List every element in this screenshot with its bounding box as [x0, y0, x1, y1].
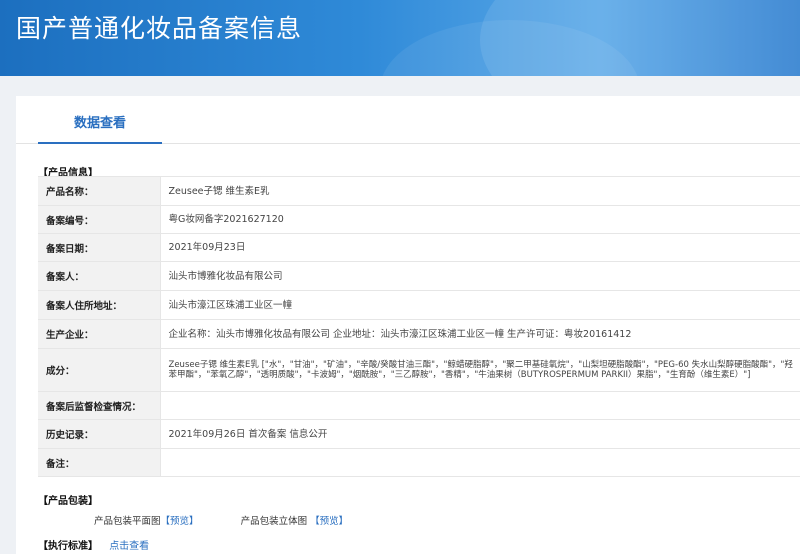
row-value: 汕头市濠江区珠浦工业区一幢 — [160, 290, 800, 320]
product-info-table: 产品名称： Zeusee子锶 维生素E乳 备案编号： 粤G妆网备字2021627… — [38, 176, 800, 477]
row-key: 备注： — [38, 448, 161, 477]
table-row: 生产企业： 企业名称：汕头市博雅化妆品有限公司 企业地址：汕头市濠江区珠浦工业区… — [38, 319, 800, 349]
table-row: 备案人： 汕头市博雅化妆品有限公司 — [38, 261, 800, 291]
row-key: 备案人住所地址： — [38, 290, 161, 320]
row-value: 2021年09月26日 首次备案 信息公开 — [160, 419, 800, 449]
row-key: 备案人： — [38, 261, 161, 291]
table-row: 成分： Zeusee子锶 维生素E乳 ["水"，"甘油"，"矿油"，"辛酸/癸酸… — [38, 348, 800, 392]
row-key: 备案后监督检查情况： — [38, 391, 161, 420]
row-value: 企业名称：汕头市博雅化妆品有限公司 企业地址：汕头市濠江区珠浦工业区一幢 生产许… — [160, 319, 800, 349]
standard-title: 【执行标准】 — [38, 541, 98, 552]
table-row: 备注： — [38, 448, 800, 477]
table-row: 备案后监督检查情况： — [38, 391, 800, 420]
row-value: 2021年09月23日 — [160, 233, 800, 262]
row-key: 历史记录： — [38, 419, 161, 449]
table-row: 备案日期： 2021年09月23日 — [38, 233, 800, 262]
content-panel: 数据查看 【产品信息】 产品名称： Zeusee子锶 维生素E乳 备案编号： 粤… — [16, 96, 800, 554]
standard-row: 【执行标准】 点击查看 — [38, 537, 149, 552]
table-row: 历史记录： 2021年09月26日 首次备案 信息公开 — [38, 419, 800, 449]
flat-preview-link[interactable]: 【预览】 — [161, 516, 199, 527]
table-row: 产品名称： Zeusee子锶 维生素E乳 — [38, 176, 800, 206]
standard-view-link[interactable]: 点击查看 — [109, 541, 149, 552]
row-value: 粤G妆网备字2021627120 — [160, 205, 800, 234]
row-key: 产品名称： — [38, 176, 161, 206]
tab-data-view[interactable]: 数据查看 — [38, 96, 162, 144]
flat-image-label: 产品包装平面图 — [94, 516, 161, 527]
packaging-row: 产品包装平面图【预览】 产品包装立体图 【预览】 — [94, 513, 348, 527]
solid-preview-link[interactable]: 【预览】 — [310, 516, 348, 527]
solid-image-label: 产品包装立体图 — [240, 516, 308, 527]
row-value: 汕头市博雅化妆品有限公司 — [160, 261, 800, 291]
row-value — [160, 448, 800, 477]
row-key: 备案日期： — [38, 233, 161, 262]
row-value: Zeusee子锶 维生素E乳 ["水"，"甘油"，"矿油"，"辛酸/癸酸甘油三酯… — [160, 348, 800, 392]
page-header: 国产普通化妆品备案信息 — [0, 0, 800, 76]
row-key: 备案编号： — [38, 205, 161, 234]
row-value — [160, 391, 800, 420]
row-key: 生产企业： — [38, 319, 161, 349]
table-row: 备案人住所地址： 汕头市濠江区珠浦工业区一幢 — [38, 290, 800, 320]
table-row: 备案编号： 粤G妆网备字2021627120 — [38, 205, 800, 234]
row-value: Zeusee子锶 维生素E乳 — [160, 176, 800, 206]
page-title: 国产普通化妆品备案信息 — [16, 14, 303, 43]
row-key: 成分： — [38, 348, 161, 392]
packaging-title: 【产品包装】 — [38, 496, 98, 507]
tab-bar: 数据查看 — [16, 96, 800, 144]
